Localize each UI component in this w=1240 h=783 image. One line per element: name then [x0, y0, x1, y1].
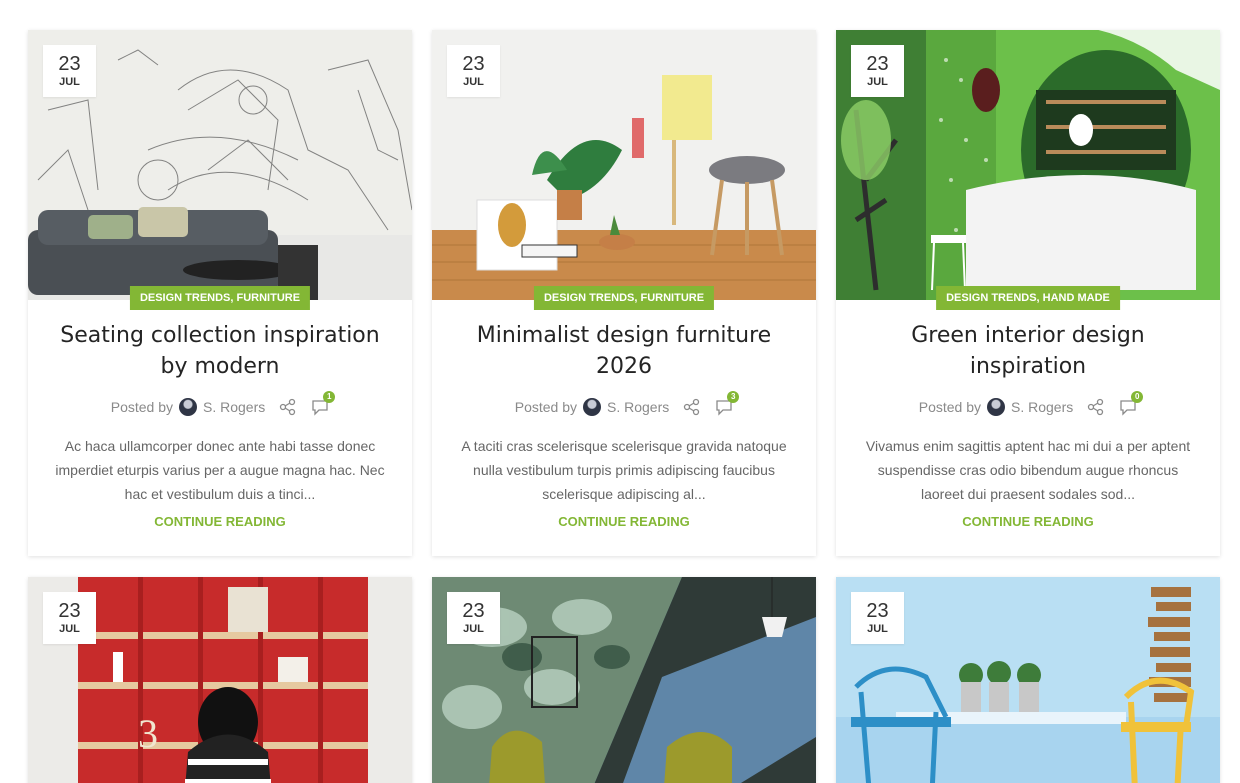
- post-thumbnail[interactable]: 3 23 JUL: [28, 577, 412, 783]
- post-date: 23 JUL: [447, 45, 500, 97]
- share-icon[interactable]: [279, 398, 297, 416]
- comment-count: 0: [1131, 391, 1144, 403]
- post-card: 23 JUL DESIGN TRENDS, FURNITURE Seating …: [28, 30, 412, 556]
- continue-reading-link[interactable]: CONTINUE READING: [962, 514, 1093, 529]
- post-meta: Posted by S. Rogers 0: [858, 391, 1198, 418]
- comment-count: 1: [323, 391, 336, 403]
- comment-count: 3: [727, 391, 740, 403]
- post-month: JUL: [463, 623, 484, 635]
- post-month: JUL: [59, 76, 80, 88]
- post-day: 23: [462, 600, 485, 622]
- post-card: 23 JUL DESIGN TRENDS, HAND MADE Green in…: [836, 30, 1220, 556]
- post-author[interactable]: S. Rogers: [607, 399, 669, 415]
- author-avatar: [179, 398, 197, 416]
- post-meta: Posted by S. Rogers 1: [50, 391, 390, 418]
- post-categories[interactable]: DESIGN TRENDS, FURNITURE: [129, 286, 311, 310]
- post-date: 23 JUL: [447, 592, 500, 644]
- share-icon[interactable]: [1087, 398, 1105, 416]
- author-avatar: [987, 398, 1005, 416]
- posted-by-label: Posted by: [918, 399, 981, 415]
- post-day: 23: [866, 53, 889, 75]
- post-month: JUL: [867, 623, 888, 635]
- post-title[interactable]: Green interior design inspiration: [858, 320, 1198, 382]
- author-avatar: [583, 398, 601, 416]
- post-thumbnail[interactable]: 23 JUL: [836, 577, 1220, 783]
- post-thumbnail[interactable]: 23 JUL: [432, 577, 816, 783]
- post-categories[interactable]: DESIGN TRENDS, HAND MADE: [936, 286, 1120, 310]
- post-thumbnail[interactable]: 23 JUL: [432, 30, 816, 300]
- post-date: 23 JUL: [43, 45, 96, 97]
- svg-text:3: 3: [138, 711, 158, 756]
- post-excerpt: Vivamus enim sagittis aptent hac mi dui …: [865, 438, 1191, 502]
- post-date: 23 JUL: [851, 592, 904, 644]
- post-title[interactable]: Seating collection inspiration by modern: [50, 320, 390, 382]
- post-day: 23: [58, 53, 81, 75]
- posted-by-label: Posted by: [110, 399, 173, 415]
- post-excerpt: A taciti cras scelerisque scelerisque gr…: [461, 438, 787, 502]
- post-day: 23: [866, 600, 889, 622]
- post-card: 23 JUL: [432, 577, 816, 783]
- continue-reading-link[interactable]: CONTINUE READING: [154, 514, 285, 529]
- post-thumbnail[interactable]: 23 JUL: [836, 30, 1220, 300]
- post-card: 3 23 JUL: [28, 577, 412, 783]
- post-day: 23: [462, 53, 485, 75]
- post-month: JUL: [867, 76, 888, 88]
- post-categories[interactable]: DESIGN TRENDS, FURNITURE: [533, 286, 715, 310]
- post-excerpt: Ac haca ullamcorper donec ante habi tass…: [55, 438, 385, 502]
- post-date: 23 JUL: [851, 45, 904, 97]
- share-icon[interactable]: [683, 398, 701, 416]
- comment-icon[interactable]: 1: [311, 391, 336, 416]
- post-meta: Posted by S. Rogers 3: [454, 391, 794, 418]
- comment-icon[interactable]: 3: [715, 391, 740, 416]
- continue-reading-link[interactable]: CONTINUE READING: [558, 514, 689, 529]
- posted-by-label: Posted by: [514, 399, 577, 415]
- comment-icon[interactable]: 0: [1119, 391, 1144, 416]
- post-thumbnail[interactable]: 23 JUL: [28, 30, 412, 300]
- post-month: JUL: [59, 623, 80, 635]
- post-author[interactable]: S. Rogers: [203, 399, 265, 415]
- post-date: 23 JUL: [43, 592, 96, 644]
- post-day: 23: [58, 600, 81, 622]
- post-card: 23 JUL: [836, 577, 1220, 783]
- post-month: JUL: [463, 76, 484, 88]
- post-card: 23 JUL DESIGN TRENDS, FURNITURE Minimali…: [432, 30, 816, 556]
- post-author[interactable]: S. Rogers: [1011, 399, 1073, 415]
- post-title[interactable]: Minimalist design furniture 2026: [454, 320, 794, 382]
